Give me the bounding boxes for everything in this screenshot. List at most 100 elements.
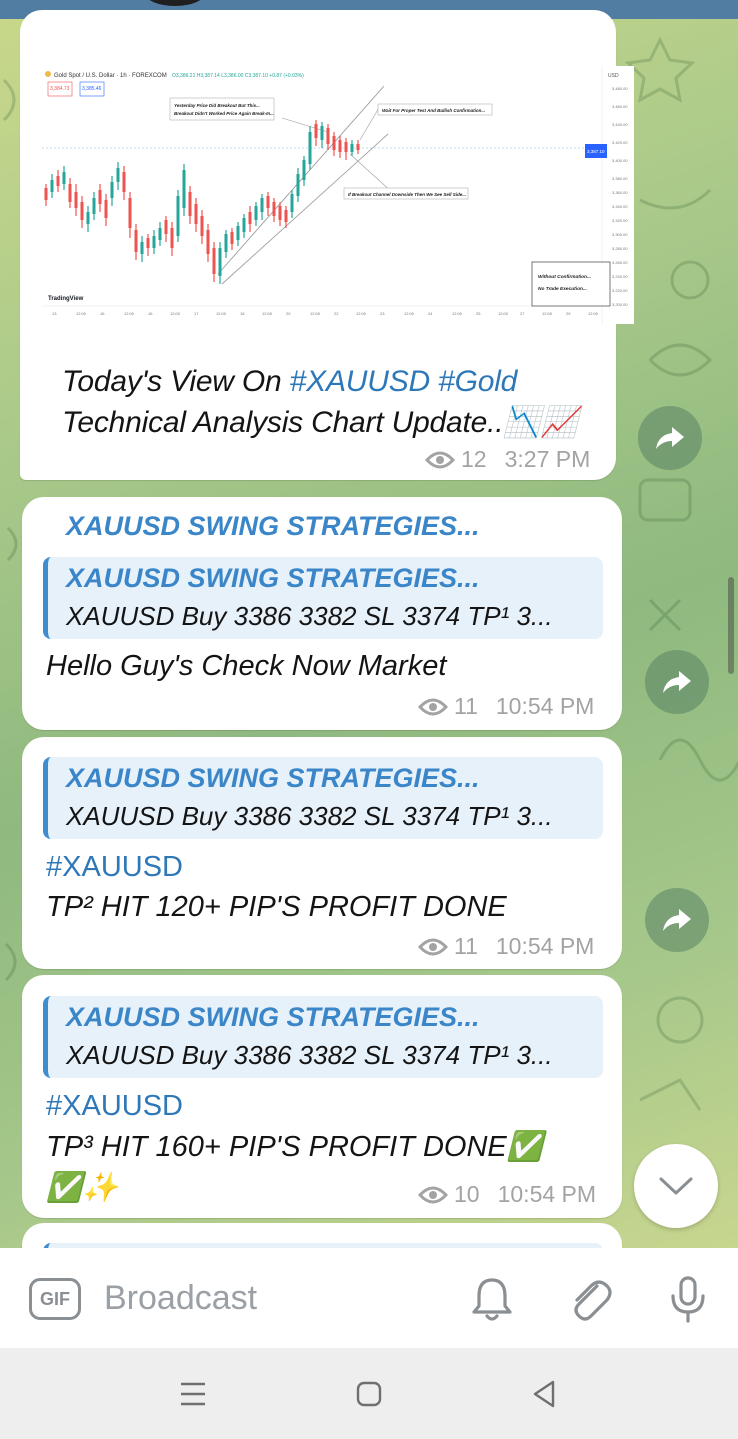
gif-button[interactable]: GIF bbox=[29, 1278, 81, 1320]
message-text: TP³ HIT 160+ PIP'S PROFIT DONE✅ bbox=[46, 1131, 543, 1163]
paperclip-icon[interactable] bbox=[567, 1274, 613, 1324]
system-nav-bar bbox=[0, 1348, 738, 1439]
broadcast-input[interactable]: Broadcast bbox=[104, 1279, 257, 1318]
message-bubble-chart[interactable]: Gold Spot / U.S. Dollar · 1h · FOREXCOM … bbox=[20, 10, 634, 480]
y-tick: 3,440.00 bbox=[612, 122, 628, 127]
y-tick: 3,200.00 bbox=[612, 302, 628, 307]
y-tick: 3,240.00 bbox=[612, 274, 628, 279]
sender-name[interactable]: XAUUSD SWING STRATEGIES... bbox=[66, 511, 480, 542]
y-tick: 3,480.00 bbox=[612, 86, 628, 91]
y-tick: 3,300.00 bbox=[612, 232, 628, 237]
x-axis-ticks: 13 12:00 16 12:00 16 12:00 17 12:00 18 1… bbox=[52, 311, 599, 316]
y-tick: 3,400.00 bbox=[612, 158, 628, 163]
y-tick: 3,260.00 bbox=[612, 260, 628, 265]
scrollbar[interactable] bbox=[728, 577, 734, 674]
x-tick: 12:00 bbox=[76, 311, 87, 316]
no-confirmation-box bbox=[531, 261, 611, 307]
x-tick: 12:00 bbox=[262, 311, 273, 316]
share-button[interactable] bbox=[645, 650, 709, 714]
x-tick: 20 bbox=[286, 311, 291, 316]
gold-icon bbox=[45, 71, 51, 77]
x-tick: 25 bbox=[476, 311, 481, 316]
home-icon[interactable] bbox=[349, 1374, 389, 1414]
quote-title: XAUUSD SWING STRATEGIES... bbox=[66, 1002, 480, 1032]
chart-ohlc: O3,386.21 H3,387.14 L3,386.00 C3,387.10 … bbox=[172, 73, 304, 79]
x-tick: 12:00 bbox=[124, 311, 135, 316]
x-tick: 23 bbox=[380, 311, 385, 316]
quote-title: XAUUSD SWING STRATEGIES... bbox=[66, 563, 480, 593]
message-input-bar: GIF Broadcast bbox=[0, 1248, 738, 1348]
caption-hashtags[interactable]: #XAUUSD #Gold bbox=[290, 365, 518, 398]
message-text-line-2: ✅✨ bbox=[46, 1172, 119, 1204]
x-tick: 12:00 bbox=[216, 311, 227, 316]
caption-line-1: Today's View On #XAUUSD #Gold bbox=[62, 365, 517, 399]
x-tick: 12:00 bbox=[404, 311, 415, 316]
y-tick: 3,220.00 bbox=[612, 288, 628, 293]
box-line-2: No Trade Execution... bbox=[538, 286, 587, 292]
quote-text: XAUUSD Buy 3386 3382 SL 3374 TP¹ 3... bbox=[66, 801, 553, 831]
caption-text: Today's View On bbox=[62, 365, 290, 398]
quote-text: XAUUSD Buy 3386 3382 SL 3374 TP¹ 3... bbox=[66, 601, 553, 631]
message-bubble[interactable]: XAUUSD SWING STRATEGIES... XAUUSD Buy 33… bbox=[22, 737, 622, 969]
annotation-1: Yesterday Price Did Breakout But This... bbox=[174, 103, 260, 108]
box-line-1: Without Confirmation... bbox=[538, 274, 591, 280]
bell-icon[interactable] bbox=[469, 1274, 515, 1324]
x-tick: 12:00 bbox=[498, 311, 509, 316]
x-tick: 18 bbox=[240, 311, 245, 316]
chevron-down-icon bbox=[659, 1177, 693, 1195]
quote-text: XAUUSD Buy 3386 3382 SL 3374 TP¹ 3... bbox=[66, 1040, 553, 1070]
message-time: 3:27 PM bbox=[504, 446, 591, 472]
message-meta: 11 10:54 PM bbox=[418, 693, 594, 720]
reply-quote[interactable]: XAUUSD SWING STRATEGIES... XAUUSD Buy 33… bbox=[43, 757, 603, 839]
chart-image[interactable]: Gold Spot / U.S. Dollar · 1h · FOREXCOM … bbox=[42, 66, 634, 324]
message-bubble[interactable]: XAUUSD SWING STRATEGIES... XAUUSD SWING … bbox=[22, 497, 622, 730]
y-axis-ticks: 3,480.00 3,460.00 3,440.00 3,420.00 3,40… bbox=[612, 86, 628, 307]
y-tick: 3,280.00 bbox=[612, 246, 628, 251]
reply-quote[interactable]: XAUUSD SWING STRATEGIES... XAUUSD Buy 33… bbox=[43, 557, 603, 639]
x-tick: 22 bbox=[334, 311, 339, 316]
message-meta: 10 10:54 PM bbox=[418, 1181, 596, 1208]
caption-line-2: Technical Analysis Chart Update..📉📈 bbox=[62, 406, 578, 439]
microphone-icon[interactable] bbox=[665, 1274, 711, 1324]
share-arrow-icon bbox=[663, 909, 691, 931]
share-button[interactable] bbox=[638, 406, 702, 470]
y-tick: 3,420.00 bbox=[612, 140, 628, 145]
quote-title: XAUUSD SWING STRATEGIES... bbox=[66, 763, 480, 793]
price-tag-text: 3,387.10 bbox=[587, 149, 605, 154]
currency-label: USD bbox=[608, 73, 619, 79]
y-tick: 3,320.00 bbox=[612, 218, 628, 223]
annotation-1b: Breakout Didn't Worked Price Again Break… bbox=[174, 111, 274, 116]
share-arrow-icon bbox=[656, 427, 684, 449]
x-tick: 29 bbox=[566, 311, 571, 316]
scroll-down-button[interactable] bbox=[634, 1144, 718, 1228]
message-meta: 11 10:54 PM bbox=[418, 933, 594, 960]
y-tick: 3,380.00 bbox=[612, 176, 628, 181]
eye-icon bbox=[418, 938, 448, 955]
x-tick: 12:00 bbox=[356, 311, 367, 316]
view-count: 10 bbox=[454, 1181, 480, 1207]
share-button[interactable] bbox=[645, 888, 709, 952]
message-text: Hello Guy's Check Now Market bbox=[46, 650, 447, 682]
message-time: 10:54 PM bbox=[495, 693, 595, 719]
x-tick: 13 bbox=[52, 311, 57, 316]
back-icon[interactable] bbox=[525, 1374, 565, 1414]
message-hashtag[interactable]: #XAUUSD bbox=[46, 851, 183, 884]
message-text: TP² HIT 120+ PIP'S PROFIT DONE bbox=[46, 891, 507, 923]
message-hashtag[interactable]: #XAUUSD bbox=[46, 1090, 183, 1123]
message-time: 10:54 PM bbox=[495, 933, 595, 959]
eye-icon bbox=[425, 451, 455, 468]
annotation-3: If Breakout Channel Downside Then We See… bbox=[348, 192, 466, 197]
share-arrow-icon bbox=[663, 671, 691, 693]
sell-price: 3,384.73 bbox=[50, 86, 70, 92]
recent-apps-icon[interactable] bbox=[173, 1374, 213, 1414]
x-tick: 12:00 bbox=[452, 311, 463, 316]
buy-price: 3,385.46 bbox=[82, 86, 102, 92]
y-tick: 3,340.00 bbox=[612, 204, 628, 209]
annotation-box-1 bbox=[169, 97, 275, 121]
reply-quote[interactable]: XAUUSD SWING STRATEGIES... XAUUSD Buy 33… bbox=[43, 996, 603, 1078]
x-tick: 17 bbox=[194, 311, 199, 316]
tradingview-logo: TradingView bbox=[48, 296, 84, 302]
message-bubble[interactable]: XAUUSD SWING STRATEGIES... XAUUSD Buy 33… bbox=[22, 975, 622, 1218]
x-tick: 12:00 bbox=[170, 311, 181, 316]
x-tick: 24 bbox=[428, 311, 433, 316]
